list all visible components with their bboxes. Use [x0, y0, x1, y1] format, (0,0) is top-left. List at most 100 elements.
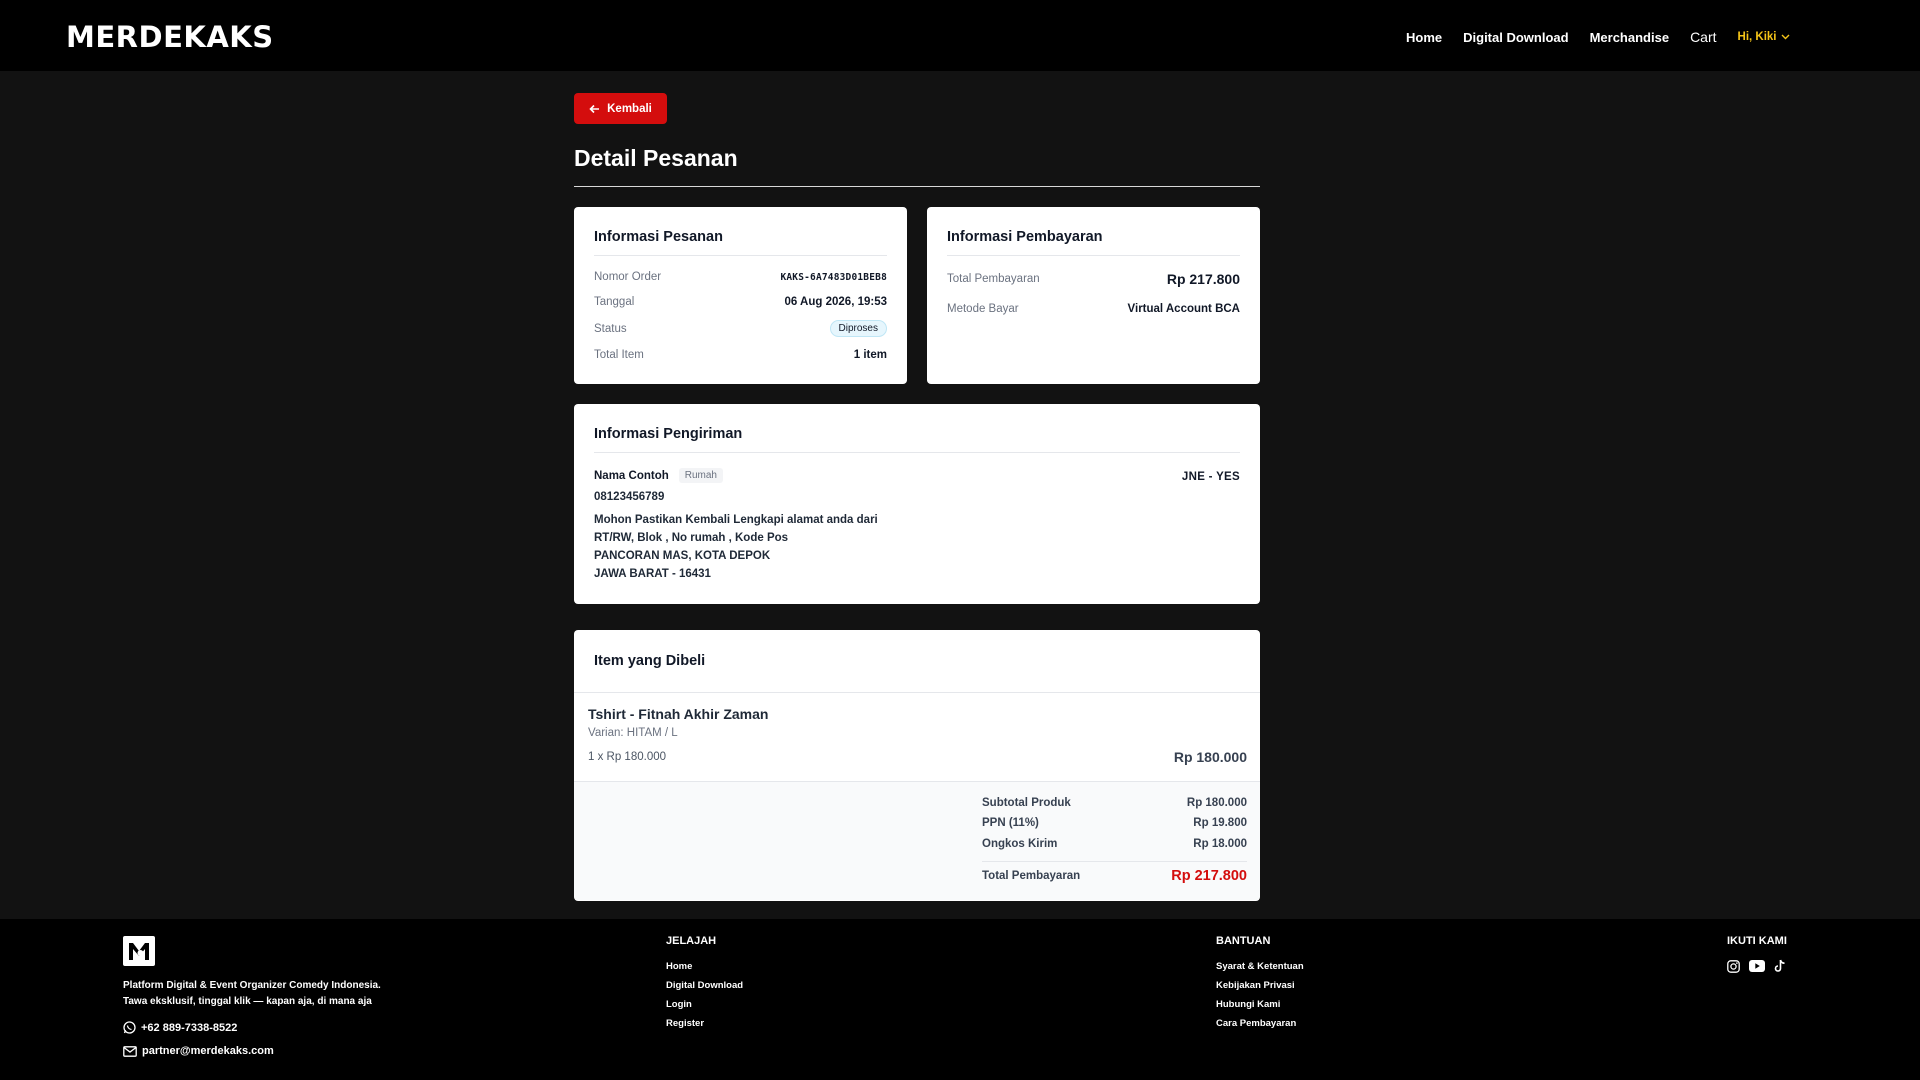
footer-link-privacy[interactable]: Kebijakan Privasi [1216, 980, 1304, 991]
summary-label: PPN (11%) [982, 817, 1039, 829]
footer-phone-text: +62 889-7338-8522 [141, 1021, 238, 1034]
recipient-phone: 08123456789 [594, 491, 665, 503]
row-label: Total Pembayaran [947, 273, 1040, 285]
page-title: Detail Pesanan [574, 145, 738, 171]
payment-method-value: Virtual Account BCA [1127, 303, 1240, 315]
order-number-row: Nomor Order KAKS-6A7483D01BEB8 [594, 271, 887, 283]
nav-digital-download[interactable]: Digital Download [1463, 30, 1568, 45]
footer-social: IKUTI KAMI [1727, 935, 1795, 973]
tiktok-icon[interactable] [1774, 959, 1786, 973]
footer-col-title: BANTUAN [1216, 935, 1271, 947]
summary-label: Subtotal Produk [982, 797, 1071, 809]
footer-col-title: JELAJAH [666, 935, 717, 947]
order-date-row: Tanggal 06 Aug 2026, 19:53 [594, 296, 887, 308]
card-divider [594, 255, 887, 256]
order-summary: Subtotal Produk Rp 180.000 PPN (11%) Rp … [574, 781, 1260, 900]
summary-row-tax: PPN (11%) Rp 19.800 [982, 817, 1247, 829]
footer-desc-line: Tawa eksklusif, tinggal klik — kapan aja… [123, 996, 372, 1007]
row-label: Metode Bayar [947, 303, 1019, 315]
footer-link-contact[interactable]: Hubungi Kami [1216, 999, 1304, 1010]
back-button[interactable]: Kembali [574, 93, 667, 124]
row-label: Status [594, 322, 627, 335]
summary-divider [982, 861, 1247, 862]
item-name[interactable]: Tshirt - Fitnah Akhir Zaman [588, 706, 768, 722]
nav-merchandise[interactable]: Merchandise [1590, 30, 1669, 45]
top-navbar: MERDEKAKS Home Digital Download Merchand… [0, 0, 1920, 71]
payment-total-row: Total Pembayaran Rp 217.800 [947, 271, 1240, 287]
user-menu[interactable]: Hi, Kiki [1738, 31, 1790, 43]
payment-info-card: Informasi Pembayaran Total Pembayaran Rp… [927, 207, 1260, 384]
order-status-row: Status Diproses [594, 320, 887, 337]
courier-service: JNE - YES [1181, 471, 1240, 483]
summary-value: Rp 19.800 [1193, 817, 1247, 829]
address-tag: Rumah [678, 468, 723, 483]
card-divider [594, 452, 1240, 453]
row-label: Nomor Order [594, 271, 662, 283]
card-divider [574, 692, 1260, 693]
summary-row-subtotal: Subtotal Produk Rp 180.000 [982, 797, 1247, 809]
instagram-icon[interactable] [1727, 959, 1740, 973]
card-title: Item yang Dibeli [594, 653, 706, 669]
order-info-card: Informasi Pesanan Nomor Order KAKS-6A748… [574, 207, 907, 384]
footer-link-digital-download[interactable]: Digital Download [666, 980, 743, 991]
footer-link-home[interactable]: Home [666, 961, 743, 972]
row-label: Total Item [594, 349, 644, 361]
order-number-value: KAKS-6A7483D01BEB8 [780, 271, 887, 283]
payment-total-value: Rp 217.800 [1166, 271, 1240, 287]
footer-link-terms[interactable]: Syarat & Ketentuan [1216, 961, 1304, 972]
nav-cart[interactable]: Cart [1690, 29, 1716, 45]
whatsapp-icon [123, 1021, 136, 1034]
footer-link-login[interactable]: Login [666, 999, 743, 1010]
footer-explore: JELAJAH Home Digital Download Login Regi… [666, 935, 743, 1037]
item-qty-price: 1 x Rp 180.000 [588, 751, 667, 763]
item-variant: Varian: HITAM / L [588, 727, 678, 739]
summary-value: Rp 180.000 [1186, 797, 1247, 809]
summary-row-total: Total Pembayaran Rp 217.800 [982, 868, 1247, 884]
back-button-label: Kembali [607, 102, 652, 115]
site-logo[interactable]: MERDEKAKS [66, 20, 274, 54]
footer-email-text: partner@merdekaks.com [142, 1045, 274, 1057]
address-line: JAWA BARAT - 16431 [594, 568, 711, 580]
card-title: Informasi Pembayaran [947, 229, 1103, 245]
footer-help: BANTUAN Syarat & Ketentuan Kebijakan Pri… [1216, 935, 1304, 1037]
row-label: Tanggal [594, 296, 635, 308]
arrow-left-icon [589, 104, 600, 113]
footer-col-title: IKUTI KAMI [1727, 935, 1787, 947]
nav-home[interactable]: Home [1406, 30, 1442, 45]
shipping-info-card: Informasi Pengiriman Nama Contoh Rumah J… [574, 404, 1260, 604]
payment-method-row: Metode Bayar Virtual Account BCA [947, 303, 1240, 315]
card-title: Informasi Pesanan [594, 229, 723, 245]
chevron-down-icon [1781, 34, 1789, 40]
footer-link-register[interactable]: Register [666, 1018, 743, 1029]
footer-link-payment-guide[interactable]: Cara Pembayaran [1216, 1018, 1304, 1029]
summary-value: Rp 18.000 [1193, 838, 1247, 850]
footer-phone[interactable]: +62 889-7338-8522 [123, 1021, 237, 1034]
user-greeting: Hi, Kiki [1737, 31, 1777, 43]
address-line: Mohon Pastikan Kembali Lengkapi alamat a… [594, 514, 878, 526]
item-subtotal: Rp 180.000 [1173, 749, 1247, 765]
main-nav: Home Digital Download Merchandise Cart H… [1406, 29, 1790, 45]
recipient-name-text: Nama Contoh [594, 469, 669, 482]
site-footer: Platform Digital & Event Organizer Comed… [0, 919, 1920, 1080]
address-line: PANCORAN MAS, KOTA DEPOK [594, 550, 771, 562]
footer-logo-icon[interactable] [123, 936, 155, 966]
card-title: Informasi Pengiriman [594, 426, 743, 442]
summary-row-shipping: Ongkos Kirim Rp 18.000 [982, 838, 1247, 850]
total-item-value: 1 item [853, 349, 887, 361]
social-icons [1727, 959, 1795, 973]
summary-label: Ongkos Kirim [982, 838, 1058, 850]
address-line: RT/RW, Blok , No rumah , Kode Pos [594, 532, 789, 544]
recipient-name: Nama Contoh Rumah [594, 468, 723, 483]
footer-email[interactable]: partner@merdekaks.com [123, 1045, 274, 1057]
total-value: Rp 217.800 [1171, 868, 1247, 884]
youtube-icon[interactable] [1749, 960, 1765, 972]
purchased-items-card: Item yang Dibeli Tshirt - Fitnah Akhir Z… [574, 630, 1260, 901]
footer-desc-line: Platform Digital & Event Organizer Comed… [123, 980, 381, 991]
total-label: Total Pembayaran [982, 870, 1081, 882]
order-date-value: 06 Aug 2026, 19:53 [784, 296, 888, 308]
card-divider [947, 255, 1240, 256]
footer-description: Platform Digital & Event Organizer Comed… [123, 978, 381, 1010]
mail-icon [123, 1045, 137, 1057]
total-item-row: Total Item 1 item [594, 349, 887, 361]
title-divider [574, 186, 1260, 187]
